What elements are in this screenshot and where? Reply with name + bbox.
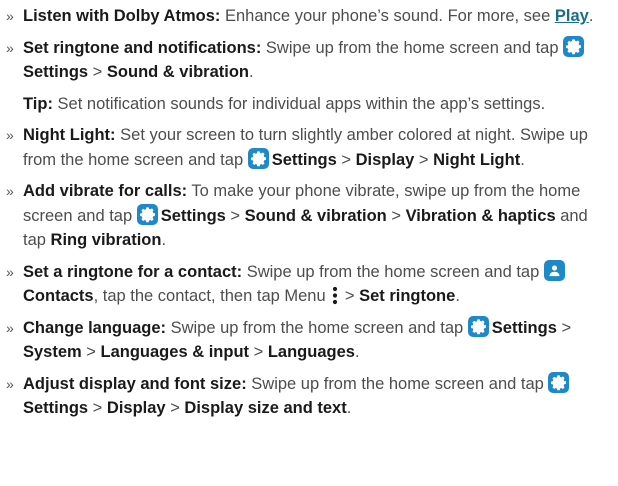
settings-label: Settings (23, 63, 89, 81)
item-text: Swipe up from the home screen and tap (166, 318, 468, 337)
separator: > (340, 287, 360, 305)
path-label: System (23, 343, 82, 361)
help-page: » Listen with Dolby Atmos: Enhance your … (0, 0, 618, 486)
separator: > (414, 150, 434, 169)
tip-label: Tip: (23, 94, 53, 113)
play-link[interactable]: Play (555, 7, 589, 25)
path-label: Sound & vibration (244, 206, 387, 225)
item-text: . (455, 287, 460, 305)
settings-label: Settings (160, 206, 226, 225)
menu-icon (333, 286, 338, 305)
list-item-display-size: » Adjust display and font size: Swipe up… (6, 371, 612, 421)
list-item-ringtone: » Set ringtone and notifications: Swipe … (6, 35, 612, 85)
bullet: » (6, 375, 14, 392)
bullet: » (6, 8, 14, 24)
list-item-night-light: » Night Light: Set your screen to turn s… (6, 123, 612, 172)
contacts-icon (543, 259, 565, 281)
item-title: Night Light: (23, 126, 116, 144)
path-label: Languages (267, 343, 355, 361)
separator: > (225, 206, 245, 225)
item-title: Set a ringtone for a contact: (23, 262, 243, 281)
separator: > (556, 318, 572, 337)
path-label: Set ringtone (359, 287, 456, 305)
list-item-dolby: » Listen with Dolby Atmos: Enhance your … (6, 4, 612, 29)
item-text: . (249, 63, 254, 81)
list-item-language: » Change language: Swipe up from the hom… (6, 315, 612, 365)
path-label: Ring vibration (50, 231, 162, 249)
settings-gear-icon (136, 203, 158, 225)
item-text: . (520, 150, 525, 169)
item-text: Enhance your phone’s sound. For more, se… (220, 7, 555, 25)
item-text: . (588, 7, 594, 25)
path-label: Display size and text (184, 399, 347, 417)
item-text: . (346, 399, 352, 417)
settings-gear-icon (548, 371, 570, 393)
path-label: Vibration & haptics (405, 206, 556, 225)
settings-label: Settings (271, 150, 337, 169)
list-item-vibrate: » Add vibrate for calls: To make your ph… (6, 179, 612, 253)
item-text: . (161, 231, 167, 249)
item-title: Change language: (23, 318, 167, 337)
path-label: Sound & vibration (106, 63, 249, 81)
bullet: » (6, 183, 14, 199)
item-title: Add vibrate for calls: (23, 182, 188, 200)
list-item-contact-ringtone: » Set a ringtone for a contact: Swipe up… (6, 259, 612, 309)
item-text: Swipe up from the home screen and tap (246, 374, 549, 393)
item-text: , tap the contact, then tap Menu (93, 287, 331, 305)
item-title: Set ringtone and notifications: (23, 38, 262, 57)
item-title: Listen with Dolby Atmos: (23, 7, 221, 25)
settings-gear-icon (247, 147, 269, 169)
tip-text: Set notification sounds for individual a… (52, 94, 546, 113)
item-text: Swipe up from the home screen and tap (242, 262, 544, 281)
separator: > (165, 399, 185, 417)
path-label: Night Light (433, 150, 521, 169)
path-label: Languages & input (100, 343, 250, 361)
settings-gear-icon (563, 35, 585, 57)
item-text: . (354, 343, 360, 361)
separator: > (386, 206, 406, 225)
settings-label: Settings (491, 318, 557, 337)
path-label: Display (106, 399, 166, 417)
separator: > (336, 150, 356, 169)
separator: > (81, 343, 101, 361)
settings-label: Settings (23, 399, 89, 417)
bullet: » (6, 263, 14, 280)
separator: > (88, 63, 107, 81)
separator: > (249, 343, 268, 361)
separator: > (88, 399, 107, 417)
bullet: » (6, 39, 14, 56)
bullet: » (6, 127, 14, 143)
contacts-label: Contacts (23, 287, 94, 305)
settings-gear-icon (467, 315, 489, 337)
path-label: Display (355, 150, 415, 169)
tip-note: Tip: Set notification sounds for individ… (23, 92, 612, 117)
item-text: Swipe up from the home screen and tap (261, 38, 564, 57)
bullet: » (6, 319, 14, 336)
item-title: Adjust display and font size: (23, 374, 247, 393)
